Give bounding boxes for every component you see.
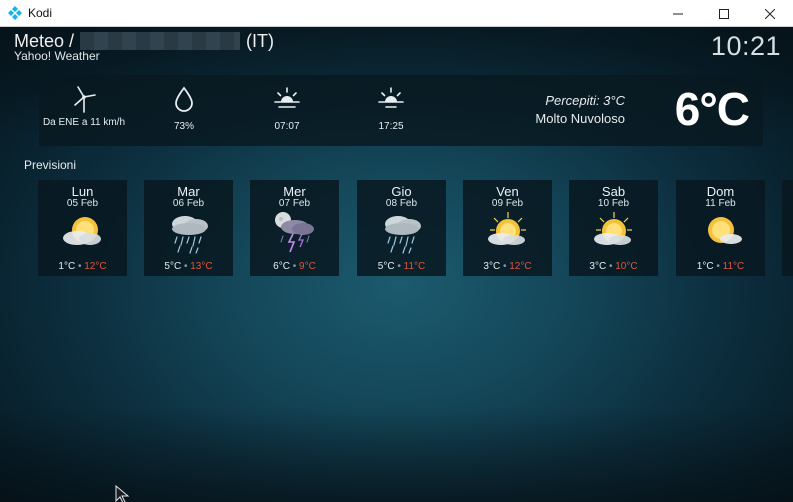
- current-conditions-panel: Da ENE a 11 km/h 73% 07:07 17:25 Percepi…: [39, 75, 763, 146]
- redacted-location: [80, 32, 241, 50]
- forecast-day-card[interactable]: Lun 05 Feb 1°C • 12°C: [38, 180, 127, 276]
- forecast-day-card[interactable]: Ven 09 Feb 3°C • 12°C: [463, 180, 552, 276]
- forecast-day-name: Lun: [71, 184, 94, 199]
- forecast-temps: 5°C • 13°C: [164, 261, 213, 272]
- forecast-day-date: 11 Feb: [705, 198, 736, 209]
- forecast-low: 1°C: [696, 261, 714, 272]
- humidity-label: 73%: [173, 121, 194, 132]
- forecast-day-card[interactable]: Sab 10 Feb 3°C • 10°C: [569, 180, 658, 276]
- partly-cloudy-sun-icon: [593, 212, 632, 245]
- maximize-button[interactable]: [701, 0, 747, 27]
- forecast-heading: Previsioni: [24, 158, 77, 172]
- partly-cloudy-sun-icon: [62, 217, 101, 245]
- forecast-temps: 1°C • 11°C: [696, 261, 745, 272]
- rain-cloud-icon: [171, 216, 208, 254]
- forecast-temps: 6°C • 9°C: [273, 261, 316, 272]
- forecast-day-name: Gio: [391, 184, 412, 199]
- forecast-day-card[interactable]: Dom 11 Feb 1°C • 11°C: [676, 180, 765, 276]
- partly-cloudy-sun-icon: [487, 212, 526, 245]
- forecast-high: 11°C: [722, 261, 745, 272]
- wind-label: Da ENE a 11 km/h: [42, 117, 126, 128]
- forecast-day-date: 09 Feb: [491, 198, 524, 209]
- forecast-day-date: 08 Feb: [385, 198, 418, 209]
- forecast-low: 1°C: [58, 261, 76, 272]
- sunrise-metric: 07:07: [242, 75, 332, 146]
- forecast-day-name: Sab: [601, 184, 626, 199]
- sunrise-icon: [274, 87, 300, 108]
- forecast-temps: 3°C • 12°C: [483, 261, 532, 272]
- forecast-low: 5°C: [164, 261, 182, 272]
- forecast-day-name: Dom: [706, 184, 735, 199]
- forecast-temps: 3°C • 10°C: [589, 261, 638, 272]
- weather-provider: Yahoo! Weather: [14, 49, 100, 63]
- forecast-low: 3°C: [589, 261, 607, 272]
- mouse-pointer-icon: [115, 485, 130, 502]
- forecast-day-name: Mer: [283, 184, 306, 199]
- forecast-day-date: 10 Feb: [597, 198, 630, 209]
- current-condition: Molto Nuvoloso: [535, 111, 625, 126]
- forecast-low: 5°C: [377, 261, 395, 272]
- forecast-high: 11°C: [403, 261, 426, 272]
- wind-turbine-icon: [74, 86, 96, 113]
- sunset-metric: 17:25: [346, 75, 436, 146]
- page-title-prefix: Meteo /: [14, 31, 75, 51]
- close-icon: [765, 8, 775, 19]
- current-temperature: 6°C: [674, 83, 750, 135]
- forecast-day-date: 07 Feb: [278, 198, 311, 209]
- forecast-low: 3°C: [483, 261, 501, 272]
- forecast-day-name: Mar: [177, 184, 200, 199]
- forecast-high: 10°C: [615, 261, 638, 272]
- close-button[interactable]: [747, 0, 793, 27]
- forecast-low: 6°C: [273, 261, 290, 272]
- minimize-button[interactable]: [655, 0, 701, 27]
- forecast-day-date: 05 Feb: [66, 198, 99, 209]
- forecast-high: 13°C: [190, 261, 213, 272]
- forecast-high: 12°C: [509, 261, 532, 272]
- weather-screen: Meteo / (IT) Yahoo! Weather 10:21 Da ENE …: [0, 27, 793, 502]
- feels-like-temperature: Percepiti: 3°C: [545, 93, 625, 108]
- sunset-label: 17:25: [378, 121, 404, 132]
- forecast-high: 12°C: [84, 261, 107, 272]
- rain-cloud-icon: [384, 216, 421, 254]
- forecast-day-card[interactable]: Mar 06 Feb 5°C • 13°C: [144, 180, 233, 276]
- sunrise-label: 07:07: [274, 121, 300, 132]
- humidity-metric: 73%: [139, 75, 229, 146]
- water-drop-icon: [175, 86, 193, 112]
- forecast-high: 9°C: [299, 261, 316, 272]
- clock: 10:21: [710, 31, 781, 61]
- kodi-logo-icon: [8, 6, 22, 20]
- wind-metric: Da ENE a 11 km/h: [39, 75, 129, 146]
- minimize-icon: [673, 13, 683, 14]
- partly-cloudy-sun-icon: [707, 217, 742, 244]
- thunderstorm-night-icon: [274, 212, 314, 253]
- forecast-temps: 5°C • 11°C: [377, 261, 426, 272]
- forecast-day-date: 06 Feb: [172, 198, 205, 209]
- sunset-icon: [378, 87, 404, 108]
- forecast-day-name: Ven: [496, 184, 519, 199]
- window-titlebar[interactable]: Kodi: [0, 0, 793, 27]
- window-title: Kodi: [28, 6, 53, 20]
- forecast-day-card-partial[interactable]: [782, 180, 793, 276]
- forecast-day-card[interactable]: Gio 08 Feb 5°C • 11°C: [357, 180, 446, 276]
- forecast-day-card[interactable]: Mer 07 Feb 6°C • 9°C: [250, 180, 339, 276]
- maximize-icon: [719, 8, 729, 19]
- page-title-suffix: (IT): [246, 31, 275, 51]
- forecast-temps: 1°C • 12°C: [58, 261, 107, 272]
